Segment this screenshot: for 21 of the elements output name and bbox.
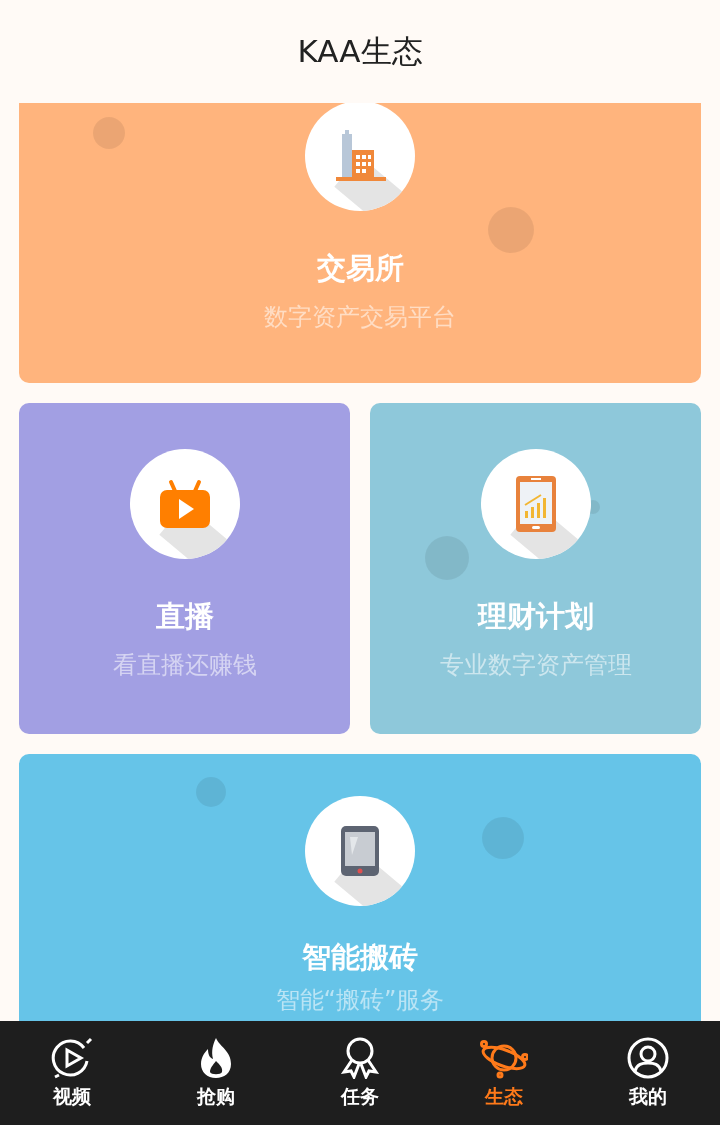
nav-tab[interactable]: 抢购 — [144, 1021, 288, 1125]
card-title: 直播 — [155, 598, 214, 635]
card-subtitle: 专业数字资产管理 — [439, 650, 632, 681]
nav-tab[interactable]: 视频 — [0, 1021, 144, 1125]
nav-tab[interactable]: 生态 — [432, 1021, 576, 1125]
flame-icon[interactable] — [198, 1037, 234, 1079]
card-subtitle: 智能“搬砖”服务 — [275, 985, 445, 1016]
card-title: 理财计划 — [477, 598, 594, 635]
tv-icon — [158, 479, 211, 529]
phone-icon — [340, 825, 380, 877]
card-subtitle: 数字资产交易平台 — [264, 302, 456, 333]
user-icon[interactable] — [627, 1037, 669, 1079]
card-title: 交易所 — [316, 250, 404, 287]
page-title: KAA生态 — [297, 31, 423, 71]
planet-icon[interactable] — [480, 1037, 528, 1079]
play-icon[interactable] — [51, 1037, 93, 1079]
card-title: 智能搬砖 — [302, 939, 418, 976]
nav-tab[interactable]: 我的 — [576, 1021, 720, 1125]
award-icon[interactable] — [340, 1037, 380, 1079]
nav-tab[interactable]: 任务 — [288, 1021, 432, 1125]
tablet-chart-icon — [514, 475, 557, 533]
